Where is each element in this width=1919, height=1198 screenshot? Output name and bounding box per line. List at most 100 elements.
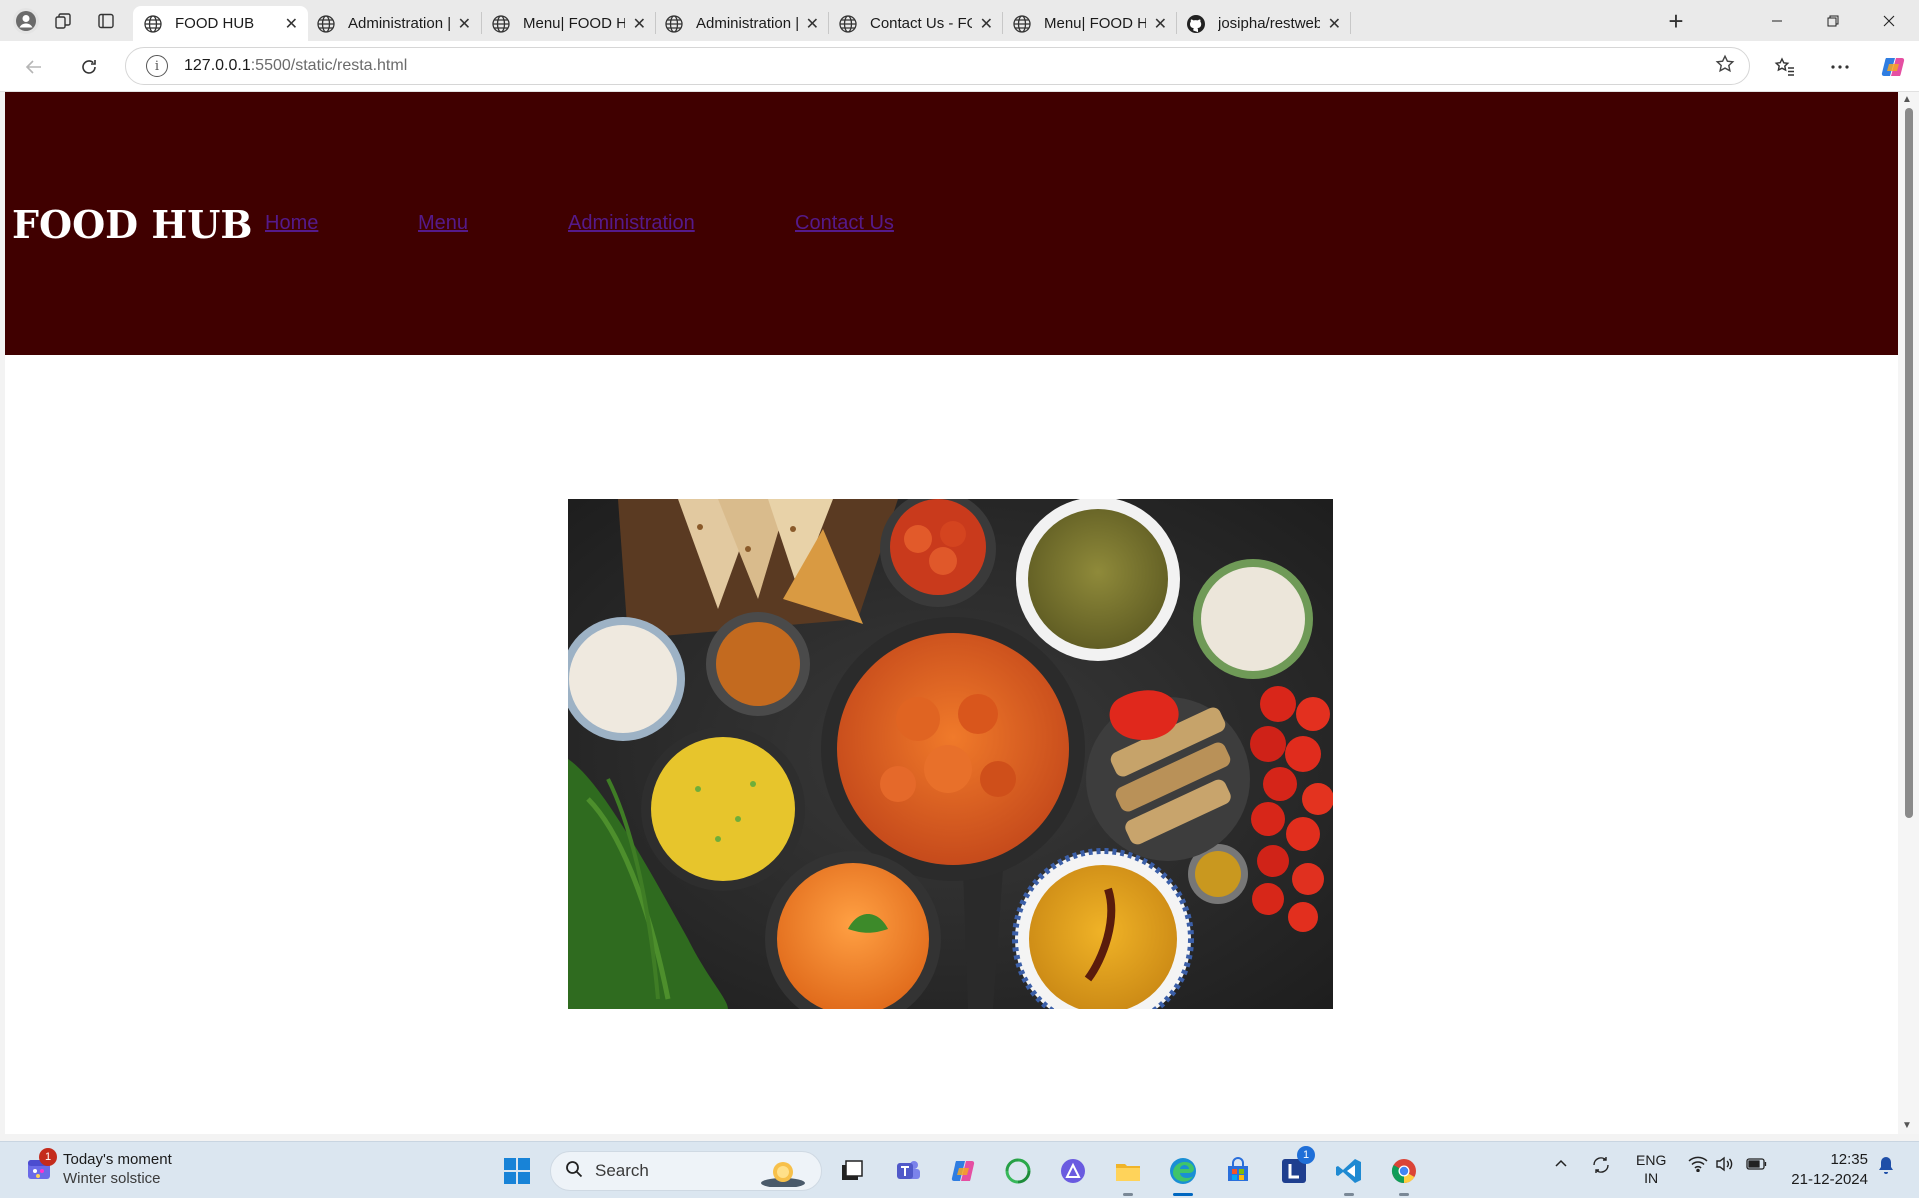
taskbar-search-box[interactable]: Search (550, 1151, 822, 1191)
close-icon[interactable]: ✕ (1328, 14, 1341, 34)
page-scrollbar[interactable]: ▲ ▼ (1898, 92, 1919, 1134)
profile-avatar-icon[interactable] (13, 8, 39, 34)
nav-link-menu[interactable]: Menu (418, 212, 468, 235)
search-icon (565, 1160, 583, 1183)
language-indicator[interactable]: ENG IN (1636, 1151, 1666, 1187)
task-view-icon[interactable] (833, 1152, 871, 1190)
tab-title: Menu| FOOD HUB (523, 15, 625, 32)
vscode-icon[interactable] (1330, 1152, 1368, 1196)
language-code: ENG (1636, 1152, 1667, 1168)
tab-administration[interactable]: Administration | FOOD HUB ✕ (306, 6, 481, 41)
site-info-icon[interactable]: i (146, 55, 168, 77)
close-icon[interactable]: ✕ (285, 14, 298, 34)
system-clock[interactable]: 12:35 21-12-2024 (1784, 1150, 1868, 1190)
windows-start-icon[interactable] (498, 1152, 536, 1190)
close-icon[interactable]: ✕ (980, 14, 993, 34)
favorite-star-icon[interactable] (1715, 54, 1735, 80)
tab-actions-icon[interactable] (93, 8, 119, 34)
notification-bell-icon[interactable] (1877, 1156, 1895, 1179)
scrollbar-thumb[interactable] (1905, 108, 1913, 818)
calendar-widget-icon: 1 (25, 1148, 57, 1184)
tab-title: Administration | FOOD HUB (696, 15, 798, 32)
running-indicator (1123, 1193, 1133, 1196)
affinity-app-icon[interactable] (1054, 1152, 1092, 1190)
sync-app-icon[interactable] (999, 1152, 1037, 1190)
refresh-icon[interactable] (73, 51, 105, 83)
clock-date: 21-12-2024 (1791, 1171, 1868, 1188)
tab-contact-us[interactable]: Contact Us - FOOD HUB ✕ (828, 6, 1003, 41)
close-window-button[interactable] (1866, 6, 1912, 36)
hero-food-image (568, 499, 1333, 1009)
clock-time: 12:35 (1830, 1151, 1868, 1168)
address-bar[interactable]: i 127.0.0.1:5500/static/resta.html (125, 47, 1750, 85)
url-path: :5500/static/resta.html (250, 57, 408, 74)
app-notification-badge: 1 (1297, 1146, 1315, 1164)
microsoft-store-icon[interactable] (1219, 1152, 1257, 1190)
edge-browser-icon[interactable] (1164, 1152, 1202, 1196)
nav-link-administration[interactable]: Administration (568, 212, 695, 235)
close-icon[interactable]: ✕ (633, 14, 646, 34)
globe-icon (665, 14, 683, 33)
scroll-down-arrow-icon[interactable]: ▼ (1902, 1120, 1912, 1131)
globe-icon (317, 14, 335, 33)
tab-title: Administration | FOOD HUB (348, 15, 450, 32)
active-app-indicator (1173, 1193, 1193, 1196)
site-logo: FOOD HUB (12, 202, 253, 247)
scroll-up-arrow-icon[interactable]: ▲ (1902, 94, 1912, 105)
widgets-button[interactable]: 1 Today's moment Winter solstice (25, 1148, 172, 1188)
globe-icon (1013, 14, 1031, 33)
github-icon (1187, 14, 1205, 33)
tab-title: josipha/restweb (1218, 15, 1320, 32)
copilot-icon[interactable] (1877, 51, 1909, 83)
url-text[interactable]: 127.0.0.1:5500/static/resta.html (184, 57, 407, 75)
file-explorer-icon[interactable] (1109, 1152, 1147, 1196)
copilot-taskbar-icon[interactable] (944, 1152, 982, 1190)
globe-icon (492, 14, 510, 33)
tab-title: FOOD HUB (175, 15, 255, 32)
widget-badge: 1 (39, 1148, 57, 1166)
minimize-button[interactable] (1754, 6, 1800, 36)
chrome-icon[interactable] (1385, 1152, 1423, 1196)
close-icon[interactable]: ✕ (1154, 14, 1167, 34)
favorites-icon[interactable] (1769, 51, 1801, 83)
url-host: 127.0.0.1 (184, 57, 251, 74)
new-tab-button[interactable]: + (1661, 6, 1691, 36)
running-indicator (1344, 1193, 1354, 1196)
close-icon[interactable]: ✕ (806, 14, 819, 34)
page-viewport: FOOD HUB Home Menu Administration Contac… (5, 92, 1898, 1134)
l-app-icon[interactable]: 1 (1275, 1146, 1315, 1190)
tab-github[interactable]: josipha/restweb ✕ (1176, 6, 1351, 41)
close-icon[interactable]: ✕ (458, 14, 471, 34)
nav-link-contact-us[interactable]: Contact Us (795, 212, 894, 235)
search-placeholder: Search (595, 1161, 649, 1180)
tab-menu[interactable]: Menu| FOOD HUB ✕ (481, 6, 656, 41)
globe-icon (144, 14, 162, 33)
tab-food-hub[interactable]: FOOD HUB ✕ (133, 6, 308, 41)
back-arrow-icon[interactable] (18, 51, 50, 83)
nav-link-home[interactable]: Home (265, 212, 318, 235)
tab-title: Menu| FOOD HUB (1044, 15, 1146, 32)
widget-title: Today's moment (63, 1151, 172, 1168)
show-hidden-icons-chevron-icon[interactable] (1553, 1156, 1569, 1175)
restore-button[interactable] (1810, 6, 1856, 36)
sync-status-icon[interactable] (1590, 1154, 1612, 1179)
address-toolbar: i 127.0.0.1:5500/static/resta.html (0, 41, 1919, 92)
workspaces-icon[interactable] (50, 8, 76, 34)
globe-icon (839, 14, 857, 33)
running-indicator (1399, 1193, 1409, 1196)
wifi-icon[interactable] (1688, 1156, 1708, 1175)
windows-taskbar: 1 Today's moment Winter solstice Search (0, 1141, 1919, 1198)
language-region: IN (1644, 1170, 1659, 1186)
solstice-search-highlight-icon (761, 1162, 805, 1187)
volume-icon[interactable] (1715, 1156, 1735, 1175)
browser-tab-bar: FOOD HUB ✕ Administration | FOOD HUB ✕ M… (0, 0, 1919, 41)
battery-icon[interactable] (1746, 1157, 1768, 1174)
tab-title: Contact Us - FOOD HUB (870, 15, 972, 32)
teams-icon[interactable] (889, 1152, 927, 1190)
site-header: FOOD HUB Home Menu Administration Contac… (5, 92, 1898, 355)
tab-separator (1350, 12, 1351, 34)
tab-administration-2[interactable]: Administration | FOOD HUB ✕ (654, 6, 829, 41)
more-options-icon[interactable] (1824, 51, 1856, 83)
widget-subtitle: Winter solstice (63, 1170, 161, 1187)
tab-menu-2[interactable]: Menu| FOOD HUB ✕ (1002, 6, 1177, 41)
